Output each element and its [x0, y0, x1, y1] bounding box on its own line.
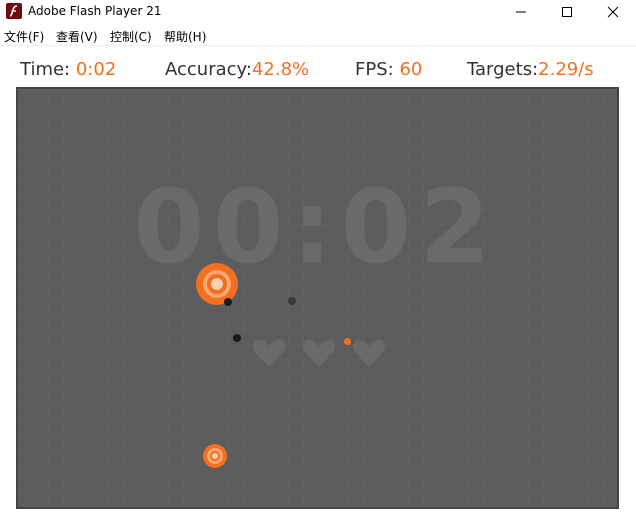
hud-bar: Time: 0:02 Accuracy:42.8% FPS: 60 Target… [0, 47, 636, 87]
menu-bar: 文件(F) 查看(V) 控制(C) 帮助(H) [0, 24, 636, 46]
maximize-icon [562, 7, 572, 17]
heart-icon [302, 339, 336, 367]
targets-value: 2.29/s [538, 59, 594, 80]
close-icon [607, 6, 619, 18]
hud-targets: Targets:2.29/s [467, 59, 594, 80]
game-canvas[interactable]: 00:02 [16, 87, 619, 509]
minimize-button[interactable] [498, 0, 544, 24]
flash-player-icon [6, 3, 22, 19]
hud-time: Time: 0:02 [20, 59, 116, 80]
miss-mark [233, 334, 241, 342]
minimize-icon [516, 11, 526, 13]
hud-accuracy: Accuracy:42.8% [165, 59, 309, 80]
grid-background [18, 89, 617, 507]
menu-file[interactable]: 文件(F) [4, 28, 44, 45]
hit-mark [344, 338, 351, 345]
maximize-button[interactable] [544, 0, 590, 24]
heart-icon [352, 339, 386, 367]
fps-value: 60 [399, 59, 423, 80]
menu-control[interactable]: 控制(C) [110, 28, 152, 45]
title-bar: Adobe Flash Player 21 [0, 0, 636, 24]
accuracy-label: Accuracy: [165, 59, 252, 80]
hud-fps: FPS: 60 [355, 59, 422, 80]
time-value: 0:02 [75, 59, 117, 80]
targets-label: Targets: [467, 59, 539, 80]
close-button[interactable] [590, 0, 636, 24]
miss-mark [288, 297, 296, 305]
miss-mark [224, 298, 232, 306]
window-title: Adobe Flash Player 21 [28, 4, 162, 18]
target-small[interactable] [202, 443, 228, 469]
countdown-display: 00:02 [133, 168, 499, 287]
accuracy-value: 42.8% [251, 59, 310, 80]
menu-view[interactable]: 查看(V) [56, 28, 98, 45]
time-label: Time: [20, 59, 71, 80]
target-large[interactable] [195, 262, 239, 306]
heart-icon [252, 339, 286, 367]
menu-help[interactable]: 帮助(H) [164, 28, 206, 45]
fps-label: FPS: [355, 59, 394, 80]
